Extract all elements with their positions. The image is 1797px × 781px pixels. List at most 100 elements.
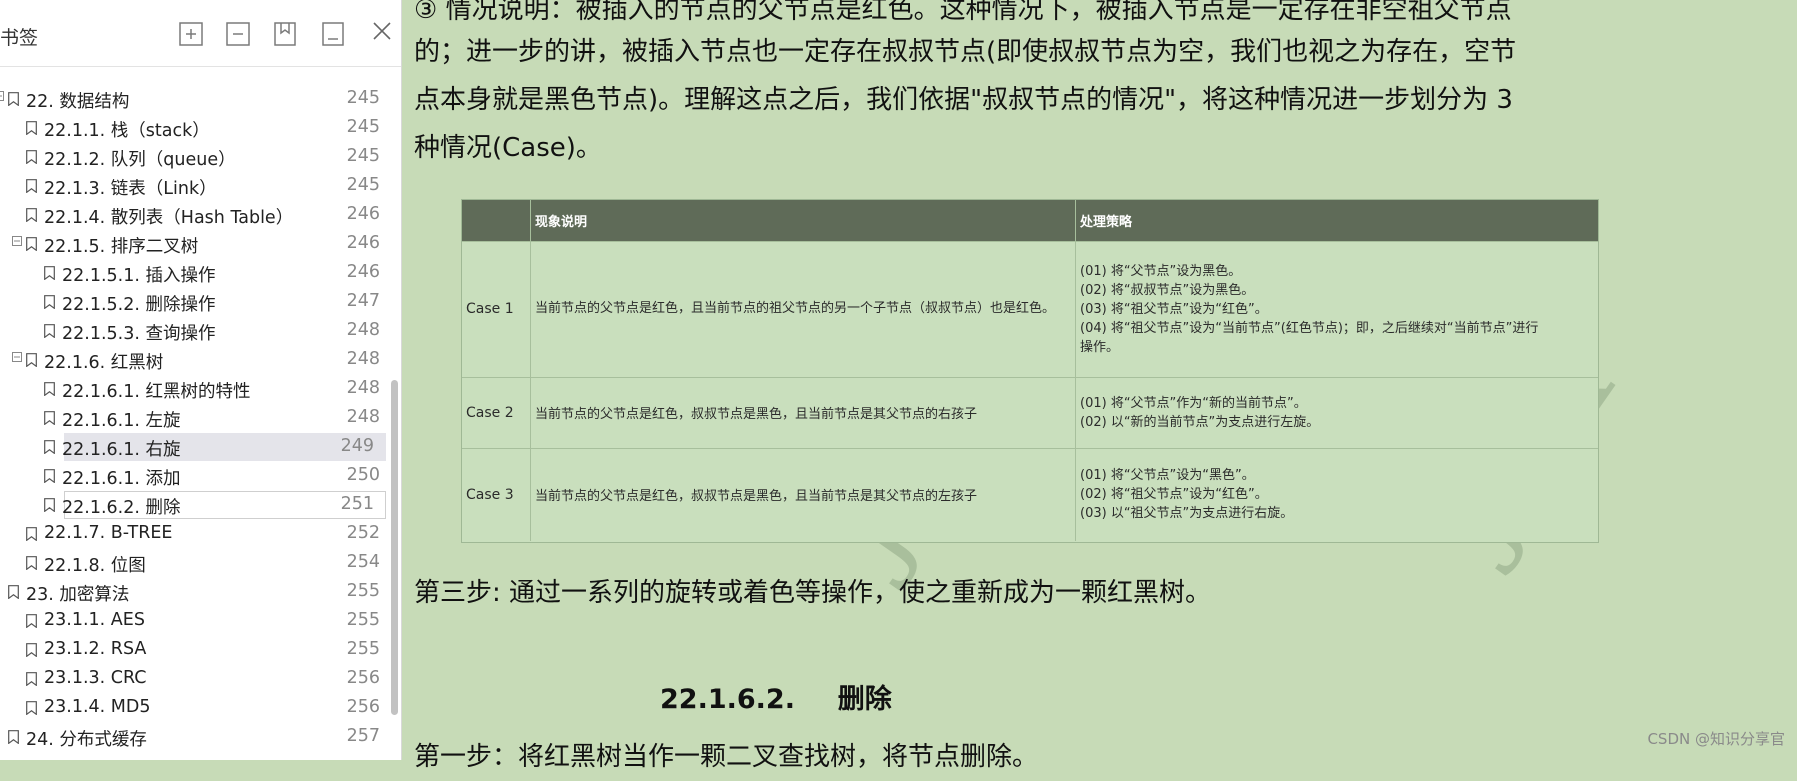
bookmarks-panel: 书签 22. 数据结构 245 22.1.1. 栈（stack） 245 22.1.2.… <box>0 0 402 760</box>
collapse-toggle-icon[interactable] <box>0 91 5 102</box>
bookmark-label: 22.1.6.1. 右旋 <box>62 440 181 460</box>
bookmark-page-number: 255 <box>346 581 380 601</box>
bookmark-icon <box>26 178 37 194</box>
bookmark-page-number: 245 <box>346 88 380 108</box>
step3-text: 第三步: 通过一系列的旋转或着色等操作，使之重新成为一颗红黑树。 <box>414 578 1212 608</box>
bookmark-item[interactable]: 24. 分布式缓存 257 <box>0 723 392 751</box>
bookmark-page-number: 255 <box>346 610 380 630</box>
remove-bookmark-icon[interactable] <box>318 19 348 49</box>
bookmark-page-number: 245 <box>346 146 380 166</box>
bookmark-item[interactable]: 23.1.4. MD5 256 <box>0 694 392 722</box>
bookmark-label: 23.1.4. MD5 <box>44 697 151 717</box>
bookmark-item[interactable]: 22.1.3. 链表（Link） 245 <box>0 172 392 200</box>
bookmarks-title: 书签 <box>0 27 39 49</box>
collapse-toggle-icon[interactable] <box>12 236 23 247</box>
bookmark-page-number: 248 <box>346 407 380 427</box>
bookmark-icon <box>26 642 37 658</box>
case-label: Case 1 <box>462 241 531 377</box>
bookmark-item[interactable]: 22.1.5. 排序二叉树 246 <box>0 230 392 258</box>
bookmark-label: 23.1.2. RSA <box>44 639 147 659</box>
bookmark-label: 22.1.6.1. 左旋 <box>62 411 181 431</box>
case-table: 现象说明 处理策略 Case 1 当前节点的父节点是红色，且当前节点的祖父节点的… <box>461 199 1599 543</box>
bookmark-page-number: 249 <box>340 436 374 456</box>
bookmark-label: 23.1.1. AES <box>44 610 145 630</box>
bookmark-page-number: 256 <box>346 697 380 717</box>
strategy-line: (01) 将“父节点”作为“新的当前节点”。 <box>1080 395 1307 411</box>
bookmark-icon <box>26 120 37 136</box>
bookmark-label: 22.1.5.2. 删除操作 <box>62 295 216 315</box>
collapse-all-icon[interactable] <box>223 19 253 49</box>
expand-all-icon[interactable] <box>176 19 206 49</box>
bookmark-item[interactable]: 22.1.7. B-TREE 252 <box>0 520 392 548</box>
strategy-line: (03) 以“祖父节点”为支点进行右旋。 <box>1080 506 1294 521</box>
bookmark-label: 22.1.5.1. 插入操作 <box>62 266 216 286</box>
bookmark-label: 22.1.4. 散列表（Hash Table） <box>44 208 294 228</box>
sidebar-scrollbar[interactable] <box>391 380 398 715</box>
bookmark-label: 22.1.6.1. 红黑树的特性 <box>62 382 251 402</box>
bookmark-item[interactable]: 22.1.5.2. 删除操作 247 <box>0 288 392 316</box>
bookmark-page-number: 252 <box>346 523 380 543</box>
bookmark-page-number: 245 <box>346 117 380 137</box>
bookmark-item[interactable]: 23.1.1. AES 255 <box>0 607 392 635</box>
bookmark-page-number: 246 <box>346 233 380 253</box>
bookmark-icon <box>8 584 19 600</box>
bookmark-page-number: 251 <box>340 494 374 514</box>
bookmark-icon <box>26 236 37 252</box>
bookmark-icon <box>44 439 55 455</box>
bookmark-item[interactable]: 22.1.5.1. 插入操作 246 <box>0 259 392 287</box>
bookmark-item[interactable]: 22. 数据结构 245 <box>0 85 392 113</box>
bookmark-item[interactable]: 22.1.8. 位图 254 <box>0 549 392 577</box>
case-label: Case 3 <box>462 448 531 541</box>
bookmark-label: 22.1.5. 排序二叉树 <box>44 237 199 257</box>
bookmark-label: 22.1.1. 栈（stack） <box>44 121 210 141</box>
bookmark-label: 22.1.6. 红黑树 <box>44 353 164 373</box>
bookmark-label: 23. 加密算法 <box>26 585 130 605</box>
bookmark-icon <box>26 207 37 223</box>
bookmark-label: 22.1.8. 位图 <box>44 556 146 576</box>
strategy-line: (02) 以“新的当前节点”为支点进行左旋。 <box>1080 414 1320 430</box>
section-number: 22.1.6.2. <box>660 684 795 715</box>
paragraph-line: 种情况(Case)。 <box>414 133 602 163</box>
bookmark-item[interactable]: 22.1.2. 队列（queue） 245 <box>0 143 392 171</box>
collapse-toggle-icon[interactable] <box>12 352 23 363</box>
bookmark-label: 23.1.3. CRC <box>44 668 147 688</box>
table-header-row: 现象说明 处理策略 <box>462 200 1598 242</box>
bookmarks-header: 书签 <box>0 0 401 67</box>
bookmark-item[interactable]: 23. 加密算法 255 <box>0 578 392 606</box>
header-cell <box>462 200 531 241</box>
bookmark-item[interactable]: 22.1.1. 栈（stack） 245 <box>0 114 392 142</box>
bookmark-icon <box>26 700 37 716</box>
bookmark-page-number: 248 <box>346 378 380 398</box>
bookmark-item[interactable]: 22.1.6.1. 添加 250 <box>0 462 392 490</box>
bookmark-icon <box>26 613 37 629</box>
strategy-line: (01) 将“父节点”设为黑色。 <box>1080 263 1242 279</box>
bookmark-item[interactable]: 22.1.6.1. 红黑树的特性 248 <box>0 375 392 403</box>
bookmark-icon <box>8 729 19 745</box>
bookmark-item[interactable]: 23.1.3. CRC 256 <box>0 665 392 693</box>
bookmark-icon <box>44 468 55 484</box>
bookmark-item[interactable]: 22.1.6.2. 删除 251 <box>44 491 386 519</box>
bookmark-item[interactable]: 22.1.5.3. 查询操作 248 <box>0 317 392 345</box>
bookmark-item[interactable]: 22.1.6.1. 左旋 248 <box>0 404 392 432</box>
bookmark-item[interactable]: 22.1.6.1. 右旋 249 <box>44 433 386 461</box>
strategy-line: (03) 将“祖父节点”设为“红色”。 <box>1080 301 1268 317</box>
bookmark-icon <box>44 323 55 339</box>
credit-text: CSDN @知识分享官 <box>1647 730 1785 748</box>
bookmark-item[interactable]: 22.1.6. 红黑树 248 <box>0 346 392 374</box>
bookmark-page-number: 246 <box>346 204 380 224</box>
add-bookmark-icon[interactable] <box>270 19 300 49</box>
close-icon[interactable] <box>367 16 397 46</box>
paragraph-line: 点本身就是黑色节点)。理解这点之后，我们依据"叔叔节点的情况"，将这种情况进一步… <box>414 85 1513 115</box>
case-description: 当前节点的父节点是红色，叔叔节点是黑色，且当前节点是其父节点的右孩子 <box>531 377 1076 448</box>
bookmark-label: 22.1.2. 队列（queue） <box>44 150 236 170</box>
case-strategy: (01) 将“父节点”作为“新的当前节点”。 (02) 以“新的当前节点”为支点… <box>1076 377 1598 448</box>
bookmark-icon <box>44 381 55 397</box>
bookmark-icon <box>44 265 55 281</box>
header-cell-strategy: 处理策略 <box>1080 215 1133 230</box>
table-row: Case 3 当前节点的父节点是红色，叔叔节点是黑色，且当前节点是其父节点的左孩… <box>462 448 1598 541</box>
bookmark-item[interactable]: 22.1.4. 散列表（Hash Table） 246 <box>0 201 392 229</box>
bookmark-label: 24. 分布式缓存 <box>26 730 147 750</box>
bookmark-item[interactable]: 23.1.2. RSA 255 <box>0 636 392 664</box>
bookmark-icon <box>8 91 19 107</box>
step1-text: 第一步：将红黑树当作一颗二叉查找树，将节点删除。 <box>414 742 1039 772</box>
